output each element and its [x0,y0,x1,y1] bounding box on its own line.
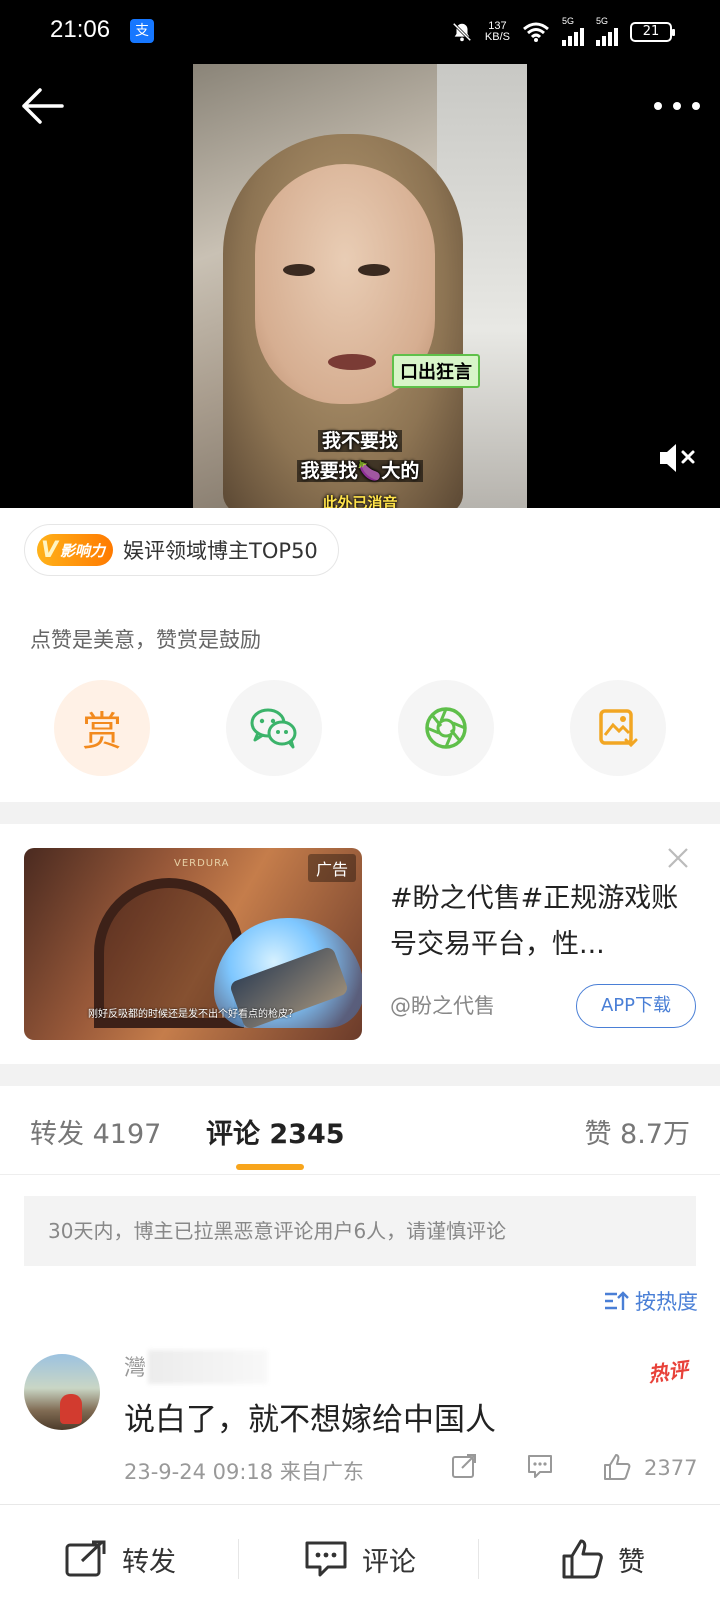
reward-tip: 点赞是美意，赞赏是鼓励 [30,628,261,652]
comment-like-icon[interactable] [602,1452,632,1486]
ad-download-button[interactable]: APP下载 [576,984,696,1028]
avatar-figure [60,1394,82,1424]
comment-reply-icon[interactable] [526,1452,554,1484]
interaction-tabs: 转发 4197 评论 2345 赞 8.7万 [0,1088,720,1176]
sort-label: 按热度 [635,1290,698,1314]
influence-badge-label: 影响力 [60,541,106,560]
comment-repost-icon[interactable] [450,1452,478,1484]
wifi-icon [523,22,549,42]
bottom-like-label: 赞 [618,1546,645,1578]
tab-comment[interactable]: 评论 2345 [206,1112,345,1151]
wechat-icon [250,708,297,749]
video-subtitle-line2: 我要找🍆大的 [193,456,527,483]
comment-like-count: 2377 [644,1456,698,1480]
repost-icon [65,1540,106,1577]
influence-badge-letter: V [41,537,59,563]
more-options-icon[interactable] [654,96,700,116]
reward-button[interactable]: 赏 [54,680,150,776]
sort-icon [605,1291,629,1310]
section-separator [0,802,720,824]
video-subtitle-line1: 我不要找 [193,426,527,453]
status-bar: 21:06 支 137 KB/S 5G 5G 21 [0,0,720,60]
divider [238,1539,239,1579]
alipay-icon: 支 [130,19,154,43]
ad-image[interactable]: VERDURA 广告 刚好反吸都的时候还是发不出个好看点的枪皮？ [24,848,362,1040]
bottom-like-button[interactable]: 赞 [560,1535,645,1583]
save-image-icon [599,709,638,748]
comment-meta: 23-9-24 09:18 来自广东 [124,1460,364,1484]
video-person-eye [358,264,390,276]
bottom-repost-button[interactable]: 转发 [64,1535,176,1583]
sim2-label: 5G [596,16,609,26]
comment-notice: 30天内，博主已拉黑恶意评论用户6人，请谨慎评论 [24,1196,696,1266]
section-separator [0,1064,720,1086]
share-wechat-button[interactable] [226,680,322,776]
bottom-comment-button[interactable]: 评论 [304,1535,416,1583]
ad-image-caption: 刚好反吸都的时候还是发不出个好看点的枪皮？ [88,1009,298,1020]
status-time: 21:06 [50,16,111,43]
hot-comment-badge: 热评 [646,1357,690,1387]
ad-source[interactable]: @盼之代售 [390,990,495,1020]
share-row: 赏 [0,680,720,776]
bottom-repost-label: 转发 [122,1546,176,1578]
sort-button[interactable]: 按热度 [603,1286,698,1316]
net-speed: 137 KB/S [485,21,510,43]
bottom-action-bar: 转发 评论 赞 [0,1505,720,1612]
influence-text: 娱评领域博主TOP50 [123,539,318,563]
video-person-eye [283,264,315,276]
moments-icon [425,707,467,749]
save-image-button[interactable] [570,680,666,776]
tab-active-indicator [236,1164,304,1170]
mute-icon[interactable] [656,440,698,476]
ad-close-icon[interactable] [666,846,690,870]
bottom-comment-label: 评论 [362,1546,416,1578]
share-moments-button[interactable] [398,680,494,776]
tab-repost[interactable]: 转发 4197 [30,1112,161,1151]
signal-bars-icon [596,26,618,46]
sim1-label: 5G [562,16,575,26]
battery-indicator: 21 [630,22,675,42]
ad-tag: 广告 [307,854,356,882]
video-subtitle-line3: 此外已消音 [322,494,398,508]
thumbs-up-icon [562,1539,603,1579]
status-right-group: 137 KB/S 5G 5G 21 [451,16,675,46]
influence-badge: V 影响力 [37,534,114,566]
comment-text[interactable]: 说白了，就不想嫁给中国人 [124,1394,496,1439]
reward-icon: 赏 [82,709,122,755]
bell-muted-icon [452,22,472,42]
influence-chip[interactable]: V 影响力 娱评领域博主TOP50 [24,524,339,576]
video-frame[interactable]: 口出狂言 我不要找 我要找🍆大的 此外已消音 [193,64,527,508]
tab-like[interactable]: 赞 8.7万 [584,1112,690,1151]
avatar[interactable] [24,1354,100,1430]
username-blur-mask [148,1350,268,1384]
comment-username[interactable]: 灣 [124,1350,146,1382]
sim1-signal: 5G [562,16,584,46]
ad-image-sign: VERDURA [174,858,230,869]
divider [0,1174,720,1175]
divider [478,1539,479,1579]
subtitle-text: 我不要找 [317,430,402,452]
net-speed-unit: KB/S [484,31,510,43]
video-sticker-text: 口出狂言 [392,354,480,388]
comment-icon [305,1541,347,1577]
sim2-signal: 5G [596,16,618,46]
ad-title[interactable]: #盼之代售#正规游戏账号交易平台，性... [390,876,690,968]
subtitle-text: 我要找🍆大的 [296,460,424,482]
back-arrow-icon[interactable] [18,86,66,126]
signal-bars-icon [562,26,584,46]
video-person-mouth [328,354,376,370]
video-player-area[interactable]: 21:06 支 137 KB/S 5G 5G 21 口出狂言 我不要找 我要找🍆… [0,0,720,508]
